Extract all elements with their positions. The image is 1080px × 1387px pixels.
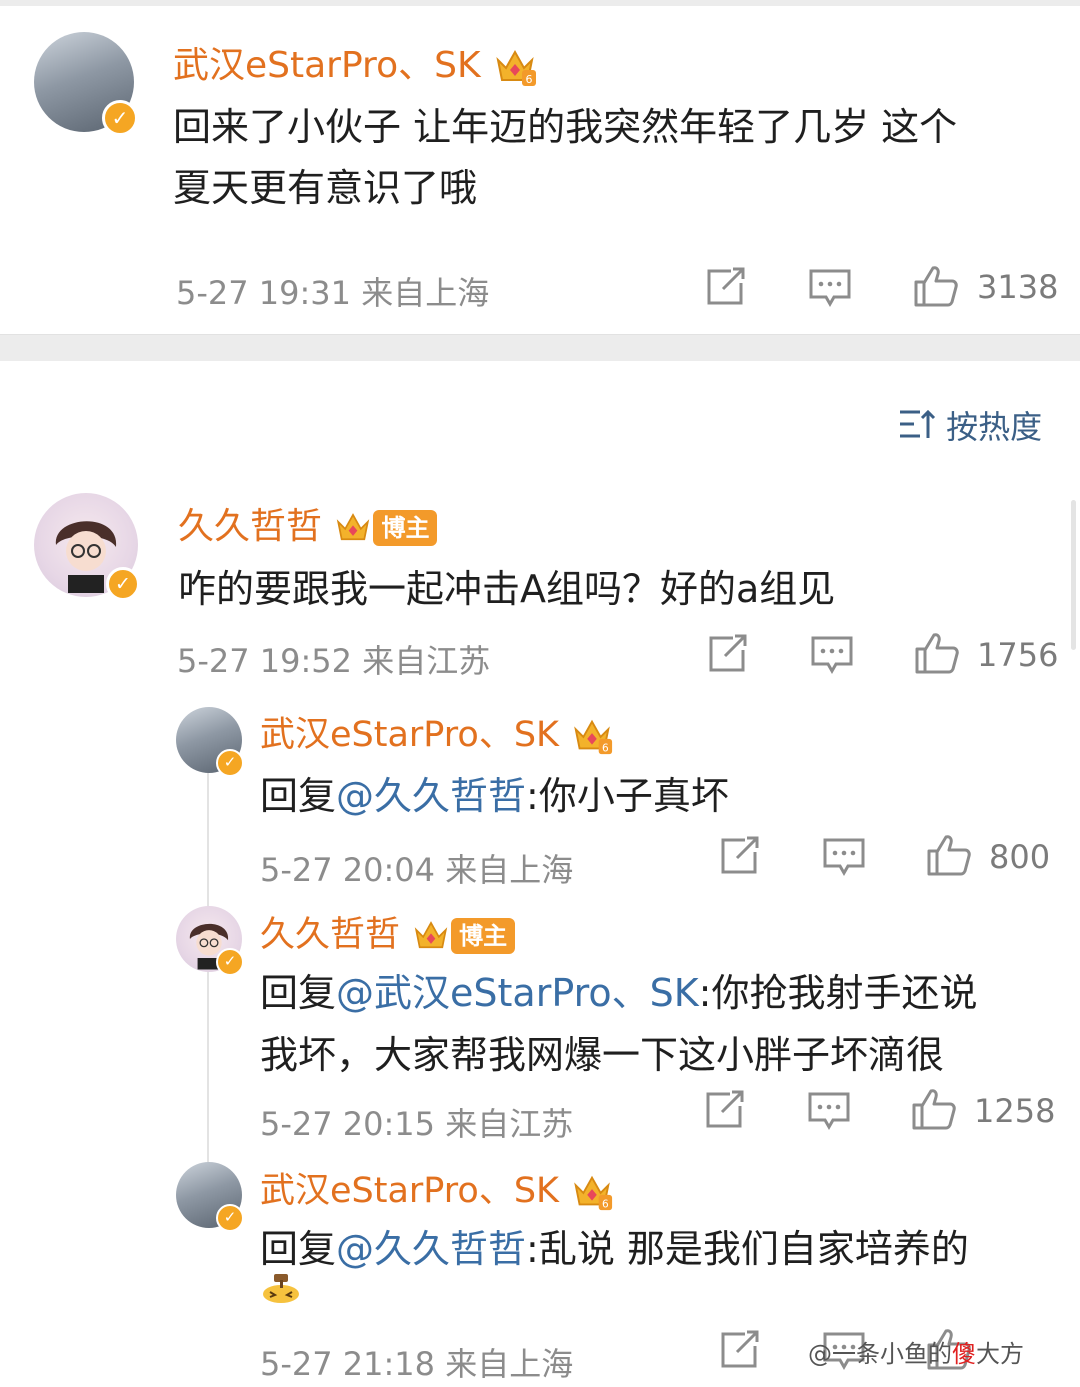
comment-meta: 5-27 19:52 来自江苏 — [177, 636, 490, 682]
comment-text: 咋的要跟我一起冲击A组吗？好的a组见 — [178, 567, 836, 611]
share-icon[interactable] — [719, 1330, 761, 1370]
reply-author[interactable]: 武汉eStarPro、SK 6 — [260, 1162, 614, 1214]
reply-text: 回复@久久哲哲:你小子真坏 — [260, 765, 729, 820]
reply-location: 来自上海 — [445, 1345, 574, 1383]
sort-label: 按热度 — [946, 408, 1043, 446]
verified-badge-icon: ✓ — [216, 1204, 244, 1232]
like-icon[interactable] — [913, 264, 959, 308]
reply-time: 5-27 20:04 — [260, 851, 436, 889]
like-count: 1756 — [977, 636, 1059, 674]
author-name: 武汉eStarPro、SK — [260, 715, 560, 755]
comment-text: 回来了小伙子 让年迈的我突然年轻了几岁 这个 — [173, 105, 958, 149]
share-icon[interactable] — [719, 836, 761, 876]
like-icon[interactable] — [911, 1087, 957, 1131]
verified-badge-icon: ✓ — [102, 100, 138, 136]
blogger-badge: 博主 — [373, 510, 438, 546]
reply-time: 5-27 21:18 — [260, 1345, 436, 1383]
comment-icon[interactable] — [810, 635, 854, 675]
comment-meta: 5-27 19:31 来自上海 — [176, 268, 489, 314]
reply-meta: 5-27 21:18 来自上海 — [260, 1339, 573, 1385]
author-name: 久久哲哲 — [178, 506, 323, 547]
reply-meta: 5-27 20:04 来自上海 — [260, 845, 573, 891]
share-icon[interactable] — [705, 267, 747, 307]
verified-badge-icon: ✓ — [216, 948, 244, 976]
reply-author[interactable]: 久久哲哲 博主 — [260, 906, 516, 957]
reply-location: 来自江苏 — [445, 1105, 574, 1143]
top-divider — [0, 0, 1080, 6]
mention-link[interactable]: @久久哲哲 — [336, 1227, 526, 1271]
verified-badge-icon: ✓ — [106, 567, 140, 601]
comment-location: 来自上海 — [361, 274, 490, 312]
watermark-highlight: 傻 — [952, 1340, 976, 1368]
avatar[interactable]: ✓ — [176, 707, 244, 777]
reply-prefix: 回复 — [260, 1227, 337, 1271]
comment-icon[interactable] — [808, 268, 852, 308]
svg-text:6: 6 — [602, 1198, 609, 1210]
reply-prefix: 回复 — [260, 774, 337, 818]
reply-body: :你小子真坏 — [526, 774, 729, 818]
like-icon[interactable] — [914, 631, 960, 675]
reply-text-line2: 我坏，大家帮我网爆一下这小胖子坏滴很 — [260, 1033, 945, 1077]
comment-location: 来自江苏 — [362, 642, 491, 680]
share-icon[interactable] — [707, 634, 749, 674]
comment-text-line2: 夏天更有意识了哦 — [173, 166, 478, 210]
author-name: 武汉eStarPro、SK — [260, 1171, 560, 1211]
like-count: 1258 — [974, 1092, 1056, 1130]
reply-body: :乱说 那是我们自家培养的 — [526, 1227, 969, 1271]
watermark-text: @一条小鱼的 — [808, 1340, 952, 1368]
avatar[interactable]: ✓ — [176, 1162, 244, 1232]
verified-badge-icon: ✓ — [216, 749, 244, 777]
comment-icon[interactable] — [807, 1091, 851, 1131]
crown-icon: 6 — [574, 1175, 613, 1210]
watermark: @一条小鱼的傻大方 — [808, 1334, 1024, 1369]
reply-text: 回复@久久哲哲:乱说 那是我们自家培养的 — [260, 1218, 969, 1273]
reply-prefix: 回复 — [260, 971, 337, 1015]
comment-icon[interactable] — [822, 837, 866, 877]
scrollbar[interactable] — [1071, 500, 1076, 650]
author-name: 武汉eStarPro、SK — [173, 45, 481, 86]
hammer-emoji-icon — [263, 1274, 299, 1303]
reply-author[interactable]: 武汉eStarPro、SK 6 — [260, 706, 614, 758]
sort-icon — [900, 409, 936, 438]
like-icon[interactable] — [926, 833, 972, 877]
watermark-tail: 大方 — [976, 1340, 1024, 1368]
comment-author[interactable]: 武汉eStarPro、SK 6 — [173, 36, 538, 90]
reply-time: 5-27 20:15 — [260, 1105, 436, 1143]
comment-time: 5-27 19:31 — [176, 274, 352, 312]
crown-icon — [337, 513, 370, 541]
author-name: 久久哲哲 — [260, 915, 401, 955]
reply-text: 回复@武汉eStarPro、SK:你抢我射手还说 — [260, 962, 977, 1017]
reply-body: :你抢我射手还说 — [698, 971, 978, 1015]
crown-icon: 6 — [574, 719, 613, 754]
like-count: 800 — [989, 838, 1051, 876]
svg-text:6: 6 — [526, 73, 533, 86]
comment-author[interactable]: 久久哲哲 博主 — [178, 497, 438, 549]
like-count: 3138 — [977, 268, 1059, 306]
share-icon[interactable] — [704, 1090, 746, 1130]
thread-line — [207, 770, 209, 1175]
crown-icon — [414, 921, 448, 949]
reply-meta: 5-27 20:15 来自江苏 — [260, 1099, 573, 1145]
comment-time: 5-27 19:52 — [177, 642, 353, 680]
mention-link[interactable]: @武汉eStarPro、SK — [336, 971, 699, 1015]
avatar[interactable]: ✓ — [34, 493, 140, 601]
blogger-badge: 博主 — [451, 918, 516, 954]
avatar[interactable]: ✓ — [34, 32, 138, 136]
crown-icon: 6 — [496, 49, 537, 86]
sort-button[interactable]: 按热度 — [898, 402, 1042, 448]
reply-location: 来自上海 — [445, 851, 574, 889]
svg-text:6: 6 — [602, 742, 609, 754]
avatar[interactable]: ✓ — [176, 906, 244, 976]
mention-link[interactable]: @久久哲哲 — [336, 774, 526, 818]
section-divider — [0, 334, 1080, 361]
